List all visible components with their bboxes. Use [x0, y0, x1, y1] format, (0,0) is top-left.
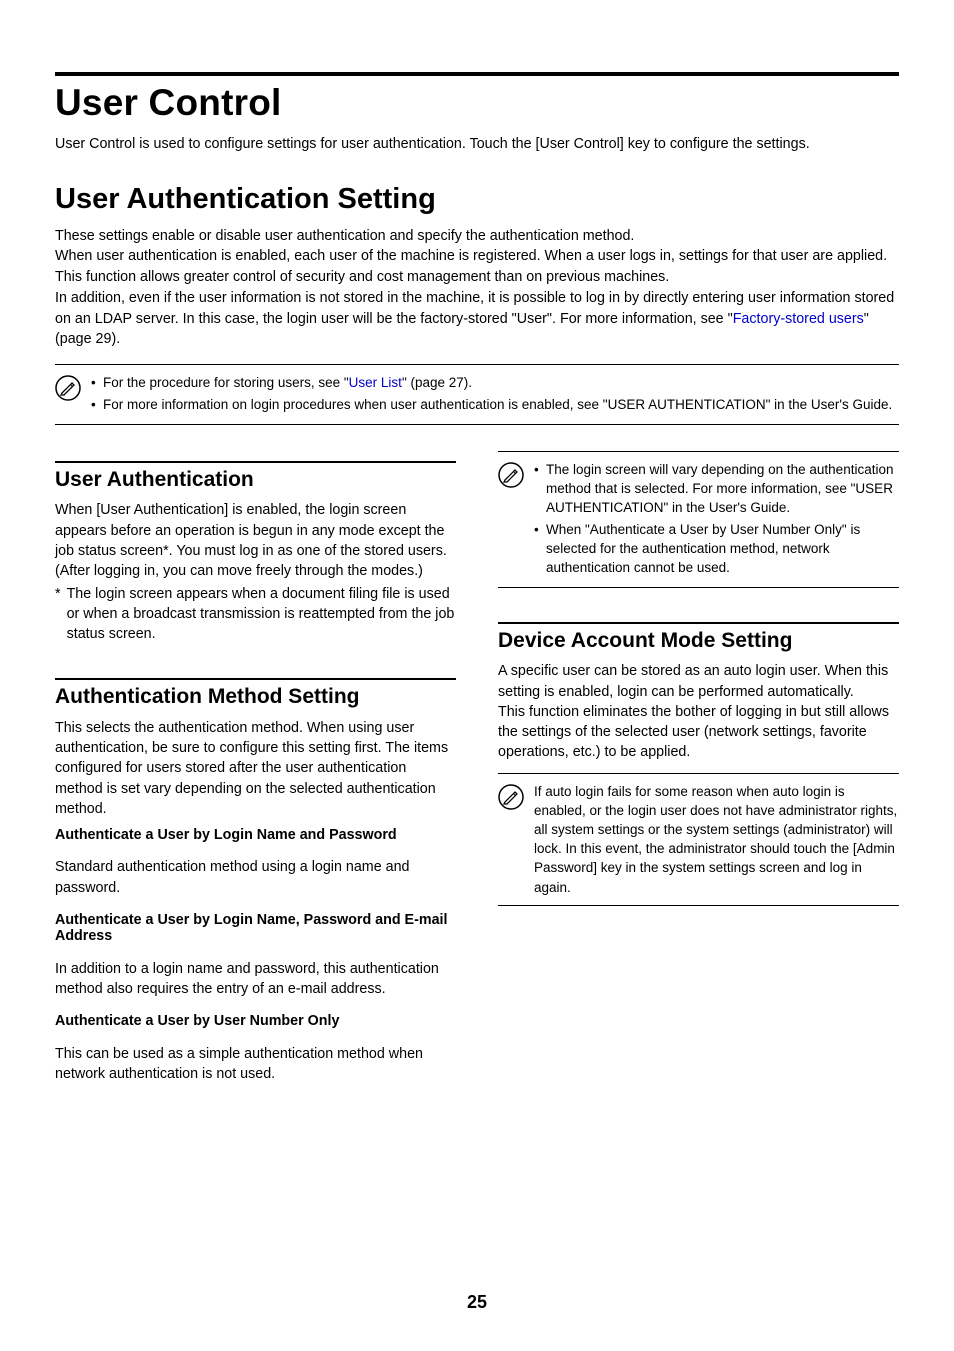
method3-body: This can be used as a simple authenticat…: [55, 1044, 456, 1085]
pencil-note-icon: [498, 462, 524, 488]
page-number: 25: [0, 1292, 954, 1313]
section-p3: In addition, even if the user informatio…: [55, 288, 899, 350]
right-note1-item2: When "Authenticate a User by User Number…: [534, 520, 899, 577]
top-note-list: For the procedure for storing users, see…: [91, 373, 892, 416]
chapter-title: User Control: [55, 82, 899, 124]
right-note1-list: The login screen will vary depending on …: [534, 460, 899, 579]
right-note-box-2: If auto login fails for some reason when…: [498, 773, 899, 906]
user-authentication-paragraph: When [User Authentication] is enabled, t…: [55, 500, 456, 581]
device-account-p2: This function eliminates the bother of l…: [498, 702, 899, 763]
user-list-link[interactable]: User List: [349, 375, 402, 390]
footnote-asterisk: *: [55, 584, 61, 645]
top-note-item-2: For more information on login procedures…: [91, 395, 892, 415]
auth-method-heading: Authentication Method Setting: [55, 684, 456, 709]
user-authentication-footnote: * The login screen appears when a docume…: [55, 584, 456, 645]
right-note2-text: If auto login fails for some reason when…: [534, 782, 899, 897]
sub-rule-3: [498, 622, 899, 624]
method3-title: Authenticate a User by User Number Only: [55, 1013, 456, 1029]
method1-title: Authenticate a User by Login Name and Pa…: [55, 827, 456, 843]
note1-before: For the procedure for storing users, see…: [103, 375, 349, 390]
section-title: User Authentication Setting: [55, 183, 899, 216]
right-note1-item1: The login screen will vary depending on …: [534, 460, 899, 517]
user-authentication-heading: User Authentication: [55, 467, 456, 492]
method2-body: In addition to a login name and password…: [55, 959, 456, 1000]
left-column: User Authentication When [User Authentic…: [55, 451, 456, 1099]
top-note-item-1: For the procedure for storing users, see…: [91, 373, 892, 393]
method2-title: Authenticate a User by Login Name, Passw…: [55, 912, 456, 944]
device-account-p1: A specific user can be stored as an auto…: [498, 661, 899, 702]
device-account-heading: Device Account Mode Setting: [498, 628, 899, 653]
sub-rule-1: [55, 461, 456, 463]
pencil-note-icon: [498, 784, 524, 810]
auth-method-paragraph: This selects the authentication method. …: [55, 718, 456, 819]
chapter-intro: User Control is used to configure settin…: [55, 134, 899, 155]
device-account-body: A specific user can be stored as an auto…: [498, 661, 899, 762]
note1-after: " (page 27).: [402, 375, 472, 390]
top-note-box: For the procedure for storing users, see…: [55, 364, 899, 425]
factory-stored-users-link[interactable]: Factory-stored users: [733, 311, 864, 327]
section-body: These settings enable or disable user au…: [55, 226, 899, 350]
method1-body: Standard authentication method using a l…: [55, 857, 456, 898]
user-authentication-body: When [User Authentication] is enabled, t…: [55, 500, 456, 581]
right-column: The login screen will vary depending on …: [498, 451, 899, 1099]
sub-rule-2: [55, 678, 456, 680]
pencil-note-icon: [55, 375, 81, 401]
chapter-rule: [55, 72, 899, 76]
right-note-box-1: The login screen will vary depending on …: [498, 451, 899, 588]
section-p2: When user authentication is enabled, eac…: [55, 246, 899, 287]
auth-method-body: This selects the authentication method. …: [55, 718, 456, 819]
footnote-text: The login screen appears when a document…: [67, 584, 456, 645]
section-p1: These settings enable or disable user au…: [55, 226, 899, 247]
